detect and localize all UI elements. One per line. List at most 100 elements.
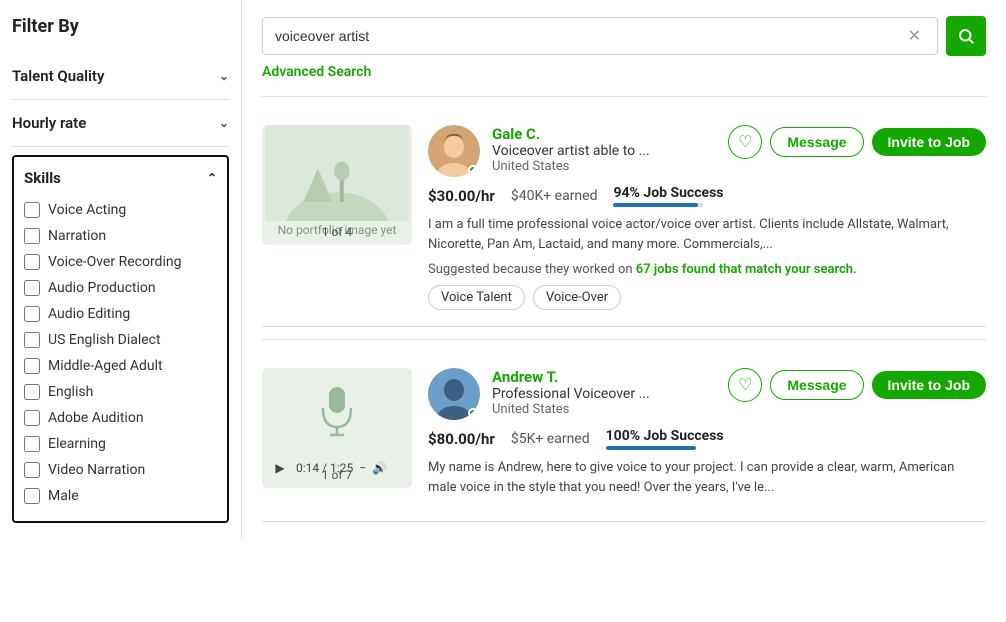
skill-item-audio-production[interactable]: Audio Production xyxy=(24,275,217,301)
talent-name-block-gale-c: Gale C. Voiceover artist able to ... Uni… xyxy=(492,125,716,174)
job-success-bar-gale-c xyxy=(613,203,698,207)
tag-voice-over[interactable]: Voice-Over xyxy=(533,285,621,310)
talent-bio-andrew-t: My name is Andrew, here to give voice to… xyxy=(428,458,986,497)
skill-item-male[interactable]: Male xyxy=(24,483,217,509)
main-content: ✕ Advanced Search No portfolio image yet… xyxy=(242,0,1006,539)
talent-header-gale-c: Gale C. Voiceover artist able to ... Uni… xyxy=(428,125,986,177)
skill-item-audio-editing[interactable]: Audio Editing xyxy=(24,301,217,327)
tags-row-gale-c: Voice Talent Voice-Over xyxy=(428,285,986,310)
avatar-gale-c xyxy=(428,125,480,177)
skill-label-us-english-dialect: US English Dialect xyxy=(48,332,161,348)
skill-checkbox-voice-acting[interactable] xyxy=(24,202,40,218)
job-success-gale-c: 94% Job Success xyxy=(613,185,723,207)
skills-label: Skills xyxy=(24,169,61,187)
skill-item-middle-aged-adult[interactable]: Middle-Aged Adult xyxy=(24,353,217,379)
skill-label-voice-acting: Voice Acting xyxy=(48,202,126,218)
favorite-button-gale-c[interactable]: ♡ xyxy=(728,125,762,159)
skill-label-middle-aged-adult: Middle-Aged Adult xyxy=(48,358,163,374)
hourly-rate-label: Hourly rate xyxy=(12,114,86,132)
skill-label-elearning: Elearning xyxy=(48,436,106,452)
talent-actions-gale-c: ♡ Message Invite to Job xyxy=(728,125,986,159)
search-clear-button[interactable]: ✕ xyxy=(904,26,925,46)
stat-rate-gale-c: $30.00/hr xyxy=(428,187,495,205)
talent-quality-header[interactable]: Talent Quality ⌄ xyxy=(12,67,229,85)
skill-checkbox-video-narration[interactable] xyxy=(24,462,40,478)
job-success-bar-andrew-t xyxy=(606,446,696,450)
portfolio-counter-andrew-t: 1 of 7 xyxy=(262,468,412,482)
job-success-bar-wrap-gale-c xyxy=(613,203,703,207)
stat-earned-andrew-t: $5K+ earned xyxy=(511,431,590,447)
skill-checkbox-voice-over-recording[interactable] xyxy=(24,254,40,270)
invite-button-andrew-t[interactable]: Invite to Job xyxy=(872,371,986,399)
search-input[interactable] xyxy=(275,28,904,44)
skill-label-male: Male xyxy=(48,488,79,504)
skill-item-adobe-audition[interactable]: Adobe Audition xyxy=(24,405,217,431)
sidebar-title: Filter By xyxy=(12,16,229,37)
talent-stats-gale-c: $30.00/hr $40K+ earned 94% Job Success xyxy=(428,185,986,207)
skill-checkbox-audio-production[interactable] xyxy=(24,280,40,296)
talent-location-andrew-t: United States xyxy=(492,402,716,417)
skill-checkbox-middle-aged-adult[interactable] xyxy=(24,358,40,374)
skill-label-video-narration: Video Narration xyxy=(48,462,145,478)
portfolio-counter-gale-c: 1 of 4 xyxy=(262,225,412,239)
hourly-rate-header[interactable]: Hourly rate ⌄ xyxy=(12,114,229,132)
search-button[interactable] xyxy=(946,16,986,56)
talent-header-andrew-t: Andrew T. Professional Voiceover ... Uni… xyxy=(428,368,986,420)
skill-checkbox-narration[interactable] xyxy=(24,228,40,244)
talent-info-andrew-t: Andrew T. Professional Voiceover ... Uni… xyxy=(428,368,986,505)
portfolio-svg-scene xyxy=(262,125,412,221)
suggestion-text-gale-c: Suggested because they worked on 67 jobs… xyxy=(428,262,986,277)
portfolio-thumb-gale-c: No portfolio image yet 1 of 4 xyxy=(262,125,412,245)
favorite-button-andrew-t[interactable]: ♡ xyxy=(728,368,762,402)
card-divider-0 xyxy=(262,339,986,340)
mic-svg-icon xyxy=(317,383,357,443)
stat-earned-gale-c: $40K+ earned xyxy=(511,188,598,204)
skill-item-voice-acting[interactable]: Voice Acting xyxy=(24,197,217,223)
search-bar-container: ✕ xyxy=(262,16,986,56)
suggestion-jobs-gale-c[interactable]: 67 jobs found that match your search. xyxy=(636,262,857,277)
skill-label-audio-production: Audio Production xyxy=(48,280,156,296)
job-success-label-gale-c: 94% Job Success xyxy=(613,185,723,201)
skill-label-voice-over-recording: Voice-Over Recording xyxy=(48,254,181,270)
job-success-bar-wrap-andrew-t xyxy=(606,446,696,450)
message-button-gale-c[interactable]: Message xyxy=(770,127,863,157)
talent-cards-container: No portfolio image yet 1 of 4 Gale C. Vo… xyxy=(262,109,986,522)
talent-actions-andrew-t: ♡ Message Invite to Job xyxy=(728,368,986,402)
skill-item-us-english-dialect[interactable]: US English Dialect xyxy=(24,327,217,353)
talent-quality-section[interactable]: Talent Quality ⌄ xyxy=(12,53,229,100)
skill-checkbox-male[interactable] xyxy=(24,488,40,504)
talent-title-andrew-t: Professional Voiceover ... xyxy=(492,386,716,402)
talent-quality-label: Talent Quality xyxy=(12,67,104,85)
talent-location-gale-c: United States xyxy=(492,159,716,174)
tag-voice-talent[interactable]: Voice Talent xyxy=(428,285,525,310)
skill-label-narration: Narration xyxy=(48,228,106,244)
skill-item-narration[interactable]: Narration xyxy=(24,223,217,249)
skill-item-voice-over-recording[interactable]: Voice-Over Recording xyxy=(24,249,217,275)
skill-item-video-narration[interactable]: Video Narration xyxy=(24,457,217,483)
talent-quality-chevron: ⌄ xyxy=(219,69,229,83)
skills-list: Voice Acting Narration Voice-Over Recordin… xyxy=(24,197,217,509)
talent-name-gale-c[interactable]: Gale C. xyxy=(492,125,716,143)
hourly-rate-section[interactable]: Hourly rate ⌄ xyxy=(12,100,229,147)
job-success-label-andrew-t: 100% Job Success xyxy=(606,428,724,444)
skill-checkbox-us-english-dialect[interactable] xyxy=(24,332,40,348)
online-indicator xyxy=(468,408,478,418)
message-button-andrew-t[interactable]: Message xyxy=(770,370,863,400)
talent-stats-andrew-t: $80.00/hr $5K+ earned 100% Job Success xyxy=(428,428,986,450)
talent-name-andrew-t[interactable]: Andrew T. xyxy=(492,368,716,386)
skill-checkbox-audio-editing[interactable] xyxy=(24,306,40,322)
sidebar: Filter By Talent Quality ⌄ Hourly rate ⌄… xyxy=(0,0,242,539)
skill-checkbox-english[interactable] xyxy=(24,384,40,400)
advanced-search-link[interactable]: Advanced Search xyxy=(262,64,986,80)
skill-item-elearning[interactable]: Elearning xyxy=(24,431,217,457)
invite-button-gale-c[interactable]: Invite to Job xyxy=(872,128,986,156)
skill-checkbox-elearning[interactable] xyxy=(24,436,40,452)
skills-section: Skills ⌃ Voice Acting Narration Voice-Over… xyxy=(12,155,229,523)
skill-checkbox-adobe-audition[interactable] xyxy=(24,410,40,426)
skills-chevron-up: ⌃ xyxy=(207,171,217,185)
search-bar-wrapper: ✕ xyxy=(262,17,938,55)
stat-rate-andrew-t: $80.00/hr xyxy=(428,430,495,448)
skill-item-english[interactable]: English xyxy=(24,379,217,405)
hourly-rate-chevron: ⌄ xyxy=(219,116,229,130)
talent-bio-gale-c: I am a full time professional voice acto… xyxy=(428,215,986,254)
